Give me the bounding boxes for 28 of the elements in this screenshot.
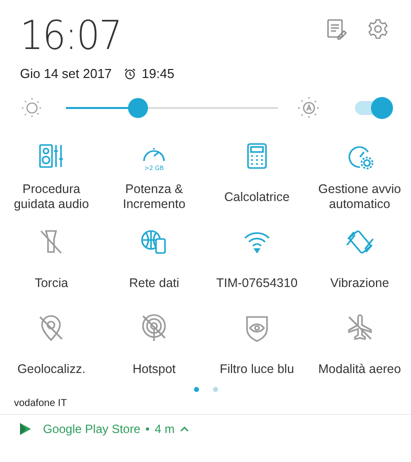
expand-caret-icon[interactable] <box>180 426 189 432</box>
brightness-icon <box>20 96 44 120</box>
tile-label[interactable]: Rete dati <box>127 261 182 305</box>
tile-label[interactable]: Gestione avvio automatico <box>308 175 411 219</box>
tile-label[interactable]: Potenza & Incremento <box>102 175 206 219</box>
notes-edit-icon[interactable] <box>325 18 347 40</box>
tile-label[interactable]: Filtro luce blu <box>218 347 296 391</box>
date-text: Gio 14 set 2017 <box>20 66 112 81</box>
tile-label[interactable]: Modalità aereo <box>316 347 403 391</box>
clock-time: 16:07 <box>20 14 122 58</box>
auto-brightness-icon <box>296 95 322 121</box>
notification-time: 4 m <box>154 422 175 436</box>
brightness-slider[interactable] <box>66 98 278 118</box>
tile-label[interactable]: Vibrazione <box>328 261 392 305</box>
alarm-clock-icon <box>124 68 136 80</box>
tile-label[interactable]: Procedura guidata audio <box>0 175 103 219</box>
tile-label[interactable]: Geolocalizz. <box>15 347 88 391</box>
alarm-time: 19:45 <box>142 66 174 81</box>
carrier-name: vodafone IT <box>13 397 68 409</box>
app-name: Google Play Store <box>43 422 140 436</box>
tile-label[interactable]: Torcia <box>32 261 70 305</box>
tile-label[interactable]: Calcolatrice <box>222 175 292 219</box>
settings-icon[interactable] <box>367 18 389 40</box>
play-triangle-icon <box>18 422 32 436</box>
tile-label[interactable]: TIM-07654310 <box>214 261 300 305</box>
separator-dot: • <box>145 422 150 436</box>
tile-label[interactable]: Hotspot <box>130 347 178 391</box>
slider-thumb[interactable] <box>128 98 148 118</box>
